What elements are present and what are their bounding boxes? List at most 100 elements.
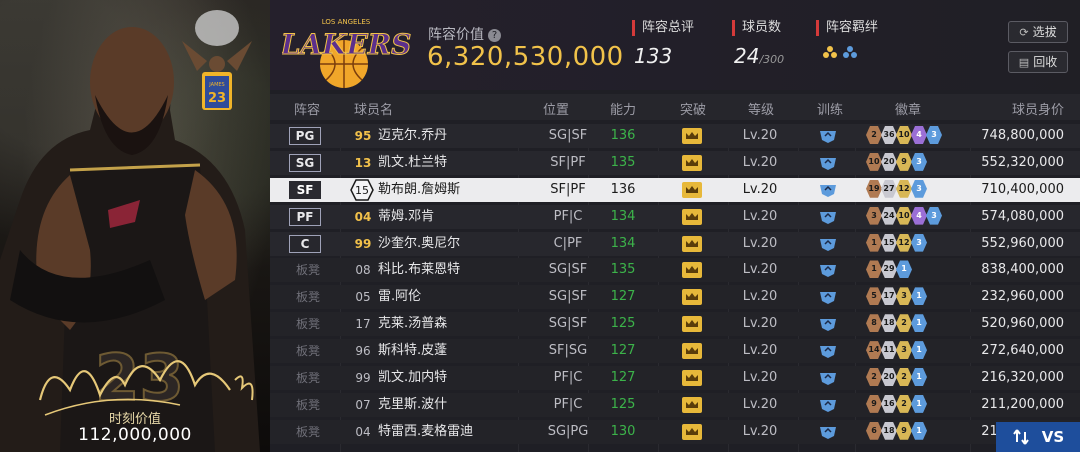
crown-icon[interactable] [682, 128, 702, 152]
table-row[interactable]: 板凳 05 雷.阿伦 SG|SF 127 Lv.20 5 17 3 1 232,960… [270, 285, 1080, 310]
crown-icon[interactable] [682, 289, 702, 313]
training-icon[interactable] [818, 289, 838, 313]
badge-icon: 27 [881, 179, 897, 198]
lineup-panel: LAKERS LOS ANGELES 阵容价值? 6,320,530,000 阵… [270, 0, 1080, 452]
table-row[interactable]: C 99 沙奎尔.奥尼尔 C|PF 134 Lv.20 1 15 12 3 552,9… [270, 231, 1080, 256]
col-training[interactable]: 训练 [817, 99, 843, 118]
bond-stat[interactable]: 阵容羁绊 [816, 20, 878, 60]
lineup-slot: 板凳 [296, 344, 321, 359]
training-icon[interactable] [818, 209, 838, 233]
select-button[interactable]: ⟳ 选拔 [1008, 21, 1068, 43]
table-row[interactable]: SF 15 勒布朗.詹姆斯 SF|PF 136 Lv.20 19 27 12 3 71… [270, 177, 1080, 202]
player-card[interactable]: 23 JAMES 23 时刻价值 112,000,000 [0, 0, 270, 452]
crown-icon[interactable] [682, 181, 702, 206]
badge-icon: 1 [866, 233, 882, 252]
players-count: 24/300 [732, 44, 784, 68]
refresh-icon: ⟳ [1019, 26, 1029, 39]
training-icon[interactable] [818, 262, 838, 286]
bond-gold-icon[interactable] [822, 44, 838, 60]
badge-icon: 3 [911, 233, 927, 252]
col-level[interactable]: 等级 [748, 99, 774, 118]
badge-icon: 9 [896, 421, 912, 440]
crown-icon[interactable] [682, 235, 702, 260]
lineup-slot[interactable]: SF [289, 180, 321, 199]
select-button-label: 选拔 [1032, 25, 1057, 39]
crown-icon[interactable] [682, 343, 702, 367]
training-icon[interactable] [818, 424, 838, 448]
lineup-slot[interactable]: PF [289, 207, 321, 226]
player-name[interactable]: 凯文.杜兰特 [378, 151, 447, 175]
crown-icon[interactable] [682, 370, 702, 394]
lineup-slot: 板凳 [296, 397, 321, 412]
table-row[interactable]: 板凳 08 科比.布莱恩特 SG|SF 135 Lv.20 1 29 1 838,4… [270, 258, 1080, 283]
lineup-slot[interactable]: PG [289, 127, 321, 145]
player-name[interactable]: 勒布朗.詹姆斯 [378, 178, 460, 202]
table-row[interactable]: 板凳 07 克里斯.波什 PF|C 125 Lv.20 9 16 2 1 211,20… [270, 392, 1080, 417]
crown-icon[interactable] [682, 154, 702, 179]
lineup-value: 6,320,530,000 [427, 42, 624, 72]
table-row[interactable]: 板凳 17 克莱.汤普森 SG|SF 125 Lv.20 8 18 2 1 520,9… [270, 312, 1080, 337]
table-row[interactable]: PG 95 迈克尔.乔丹 SG|SF 136 Lv.20 2 36 10 4 3 748… [270, 124, 1080, 148]
badge-icon: 3 [896, 287, 912, 306]
crown-icon[interactable] [682, 396, 702, 421]
lineup-slot: 板凳 [296, 424, 321, 439]
help-icon[interactable]: ? [488, 29, 501, 42]
player-name[interactable]: 雷.阿伦 [378, 285, 421, 309]
training-icon[interactable] [818, 128, 838, 152]
badge-icon: 2 [866, 126, 882, 144]
player-ability: 127 [610, 289, 636, 305]
mini-jersey-icon: JAMES 23 [182, 10, 252, 110]
crown-icon[interactable] [682, 423, 702, 448]
training-icon[interactable] [818, 370, 838, 394]
training-icon[interactable] [818, 182, 838, 206]
badge-icon: 12 [896, 179, 912, 198]
player-salary: 552,960,000 [981, 235, 1064, 251]
player-salary: 838,400,000 [981, 262, 1064, 278]
player-name[interactable]: 迈克尔.乔丹 [378, 124, 447, 148]
col-badges[interactable]: 徽章 [895, 99, 921, 118]
badge-icon: 2 [896, 394, 912, 413]
table-row[interactable]: 板凳 96 斯科特.皮蓬 SF|SG 127 Lv.20 14 11 3 1 272,… [270, 339, 1080, 364]
table-row[interactable]: SG 13 凯文.杜兰特 SF|PF 135 Lv.20 10 20 9 3 552,… [270, 150, 1080, 175]
lineup-slot[interactable]: SG [289, 153, 321, 172]
training-icon[interactable] [818, 397, 838, 421]
badge-icon: 20 [881, 368, 897, 387]
table-row[interactable]: PF 04 蒂姆.邓肯 PF|C 134 Lv.20 3 24 10 4 3 574,0… [270, 204, 1080, 229]
player-name[interactable]: 蒂姆.邓肯 [378, 205, 434, 229]
badge-icon: 19 [866, 179, 882, 198]
player-name[interactable]: 克里斯.波什 [378, 393, 447, 417]
player-name[interactable]: 特雷西.麦格雷迪 [378, 420, 473, 444]
player-name[interactable]: 沙奎尔.奥尼尔 [378, 232, 460, 256]
col-position[interactable]: 位置 [543, 99, 569, 118]
crown-icon[interactable] [682, 262, 702, 286]
col-salary[interactable]: 球员身价 [1012, 99, 1064, 118]
training-icon[interactable] [818, 316, 838, 340]
training-icon[interactable] [818, 155, 838, 179]
recycle-button[interactable]: ▤ 回收 [1008, 51, 1068, 73]
badge-icon: 1 [911, 394, 927, 413]
crown-icon[interactable] [682, 316, 702, 340]
player-name[interactable]: 凯文.加内特 [378, 366, 447, 390]
table-row[interactable]: 板凳 04 特雷西.麦格雷迪 SG|PG 130 Lv.20 61891 211… [270, 419, 1080, 444]
training-icon[interactable] [818, 343, 838, 367]
badge-icon: 20 [881, 152, 897, 171]
crown-icon[interactable] [682, 208, 702, 233]
player-level: Lv.20 [742, 396, 778, 412]
vs-button[interactable]: VS [996, 422, 1080, 452]
player-name[interactable]: 科比.布莱恩特 [378, 258, 460, 282]
col-name[interactable]: 球员名 [354, 99, 393, 118]
badge-icon: 1 [911, 341, 927, 360]
player-name[interactable]: 克莱.汤普森 [378, 312, 447, 336]
col-ability[interactable]: 能力 [610, 99, 636, 118]
col-breakthrough[interactable]: 突破 [680, 99, 706, 118]
lineup-slot[interactable]: C [289, 234, 321, 253]
badge-icon: 12 [896, 233, 912, 252]
player-name[interactable]: 斯科特.皮蓬 [378, 339, 447, 363]
col-lineup[interactable]: 阵容 [294, 99, 320, 118]
bond-blue-icon[interactable] [842, 44, 858, 60]
badge-icon: 2 [896, 368, 912, 387]
rating-stat: 阵容总评 133 [632, 20, 694, 68]
badge-list: 8 18 2 1 [866, 314, 927, 334]
table-row[interactable]: 板凳 99 凯文.加内特 PF|C 127 Lv.20 2 20 2 1 216,32… [270, 366, 1080, 391]
training-icon[interactable] [818, 236, 838, 260]
